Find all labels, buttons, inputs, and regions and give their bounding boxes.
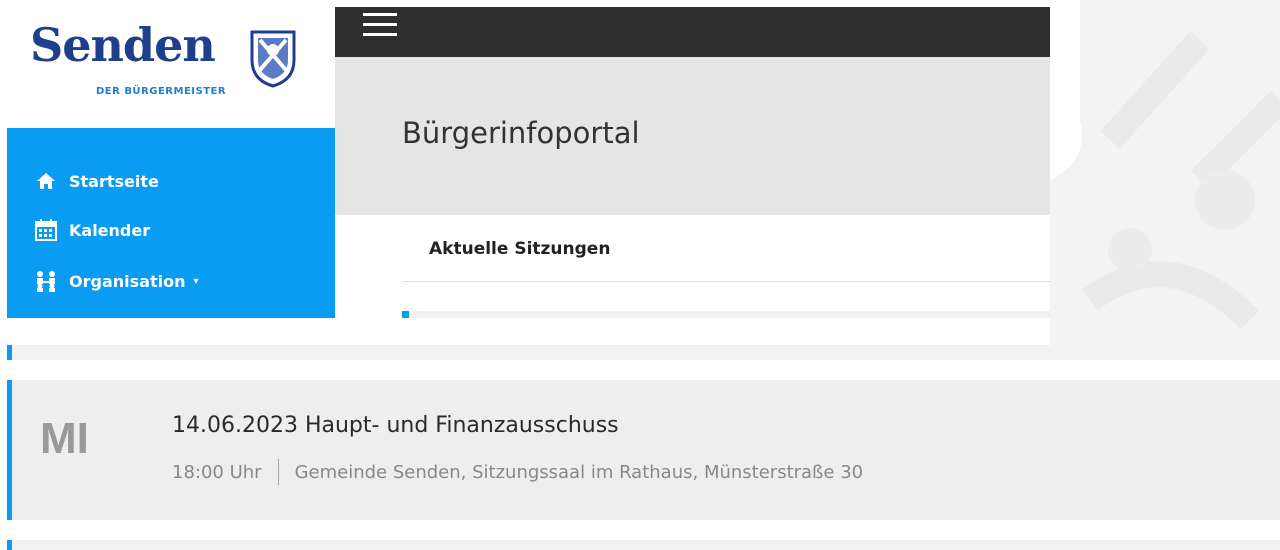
sidebar-item-startseite[interactable]: Startseite (35, 170, 159, 192)
chevron-down-icon: ▾ (193, 275, 199, 287)
list-item[interactable] (402, 311, 1050, 318)
event-location: Gemeinde Senden, Sitzungssaal im Rathaus… (294, 461, 864, 483)
sidebar-item-label: Organisation (69, 271, 186, 291)
page-title: Bürgerinfoportal (402, 116, 640, 150)
sidebar-item-label: Kalender (69, 220, 151, 240)
event-row[interactable] (7, 380, 1280, 520)
sidebar-item-kalender[interactable]: Kalender (35, 219, 150, 241)
card-title: Aktuelle Sitzungen (429, 239, 611, 259)
divider (277, 459, 279, 485)
watermark-crest-icon (1050, 0, 1280, 345)
row-accent (7, 345, 12, 360)
row-accent (7, 380, 12, 520)
sidebar: Startseite Kalender Organisation ▾ (7, 128, 335, 318)
logo-subtitle: DER BÜRGERMEISTER (96, 86, 227, 97)
organisation-icon (35, 270, 57, 292)
calendar-icon (35, 219, 57, 241)
divider (402, 281, 1050, 282)
table-row[interactable] (7, 345, 1280, 360)
sessions-card (402, 215, 1050, 318)
table-row[interactable] (7, 540, 1280, 550)
sidebar-item-organisation[interactable]: Organisation ▾ (35, 270, 198, 292)
sidebar-item-label: Startseite (69, 171, 159, 191)
event-title-link[interactable]: 14.06.2023 Haupt- und Finanzausschuss (172, 413, 619, 438)
home-icon (35, 170, 57, 192)
row-accent (7, 540, 12, 550)
list-item-accent (402, 311, 409, 318)
event-weekday: MI (40, 414, 89, 463)
event-time: 18:00 Uhr (172, 461, 262, 483)
coat-of-arms-icon (250, 30, 296, 88)
event-meta: 18:00 Uhr Gemeinde Senden, Sitzungssaal … (172, 459, 863, 485)
top-navbar (335, 7, 1050, 57)
hamburger-menu-icon[interactable] (363, 13, 397, 39)
logo-wordmark[interactable]: Senden (30, 22, 216, 68)
